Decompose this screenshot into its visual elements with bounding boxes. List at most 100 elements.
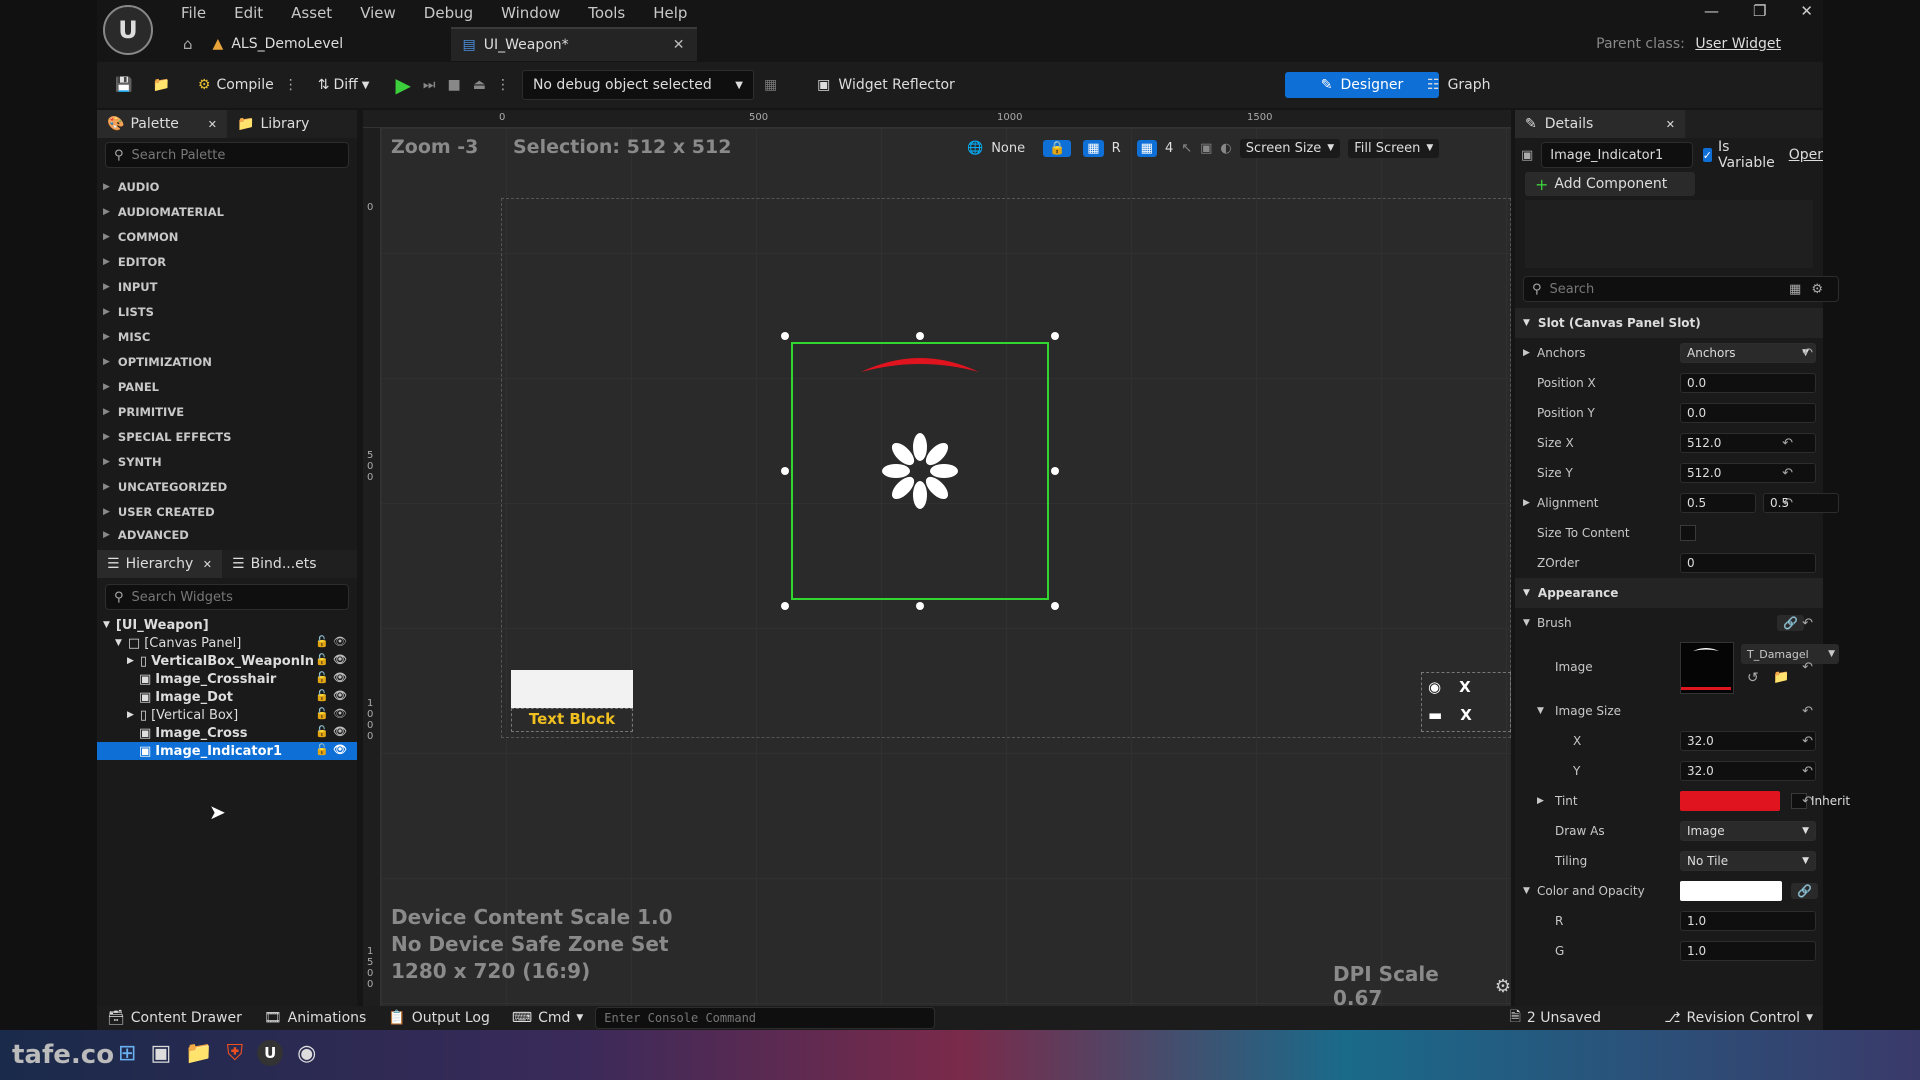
- resize-handle[interactable]: [1051, 332, 1059, 340]
- diff-button[interactable]: ⇅ Diff ▼: [308, 68, 380, 102]
- resize-handle[interactable]: [781, 602, 789, 610]
- cmd-dropdown[interactable]: ⌨ Cmd ▼: [512, 1010, 583, 1026]
- lock-visibility-icons[interactable]: 🔓👁: [315, 635, 351, 648]
- debug-object-select[interactable]: No debug object selected ▼: [521, 70, 754, 100]
- color-opacity-swatch[interactable]: [1680, 881, 1782, 901]
- reset-icon[interactable]: ↶: [1802, 734, 1813, 749]
- windows-start-icon[interactable]: ⊞: [118, 1041, 136, 1066]
- lock-visibility-icons[interactable]: 🔓👁: [315, 743, 351, 756]
- r-toggle[interactable]: R: [1112, 141, 1121, 156]
- minimize-icon[interactable]: —: [1704, 2, 1719, 20]
- tab-details[interactable]: ✎ Details ✕: [1515, 110, 1685, 138]
- browse-asset-icon[interactable]: 📁: [1773, 670, 1789, 685]
- collapse-arrow-icon[interactable]: ▼: [1537, 706, 1544, 716]
- lock-visibility-icons[interactable]: 🔓👁: [315, 689, 351, 702]
- add-component-button[interactable]: + Add Component: [1525, 172, 1695, 196]
- close-tab-icon[interactable]: ✕: [203, 558, 212, 571]
- menu-help[interactable]: Help: [653, 4, 687, 22]
- cursor-icon[interactable]: ↖: [1181, 141, 1192, 156]
- expand-arrow-icon[interactable]: ▶: [127, 656, 134, 666]
- tree-item-selected[interactable]: ▣ Image_Indicator1 🔓👁: [97, 742, 357, 760]
- tab-level[interactable]: ▲ ALS_DemoLevel: [201, 28, 451, 60]
- unreal-logo[interactable]: U: [103, 5, 153, 55]
- step-icon[interactable]: ⏭: [417, 68, 442, 102]
- image-preview-icon[interactable]: ▣: [1200, 141, 1212, 156]
- size-x-field[interactable]: 512.0: [1680, 433, 1816, 453]
- stop-icon[interactable]: ■: [441, 68, 466, 102]
- draw-as-dropdown[interactable]: Image ▼: [1680, 821, 1816, 841]
- palette-category[interactable]: ▶ OPTIMIZATION: [97, 349, 357, 374]
- close-window-icon[interactable]: ✕: [1800, 2, 1813, 20]
- palette-category[interactable]: ▶ COMMON: [97, 224, 357, 249]
- is-variable-checkbox[interactable]: ✓: [1702, 148, 1713, 162]
- expand-arrow-icon[interactable]: ▶: [1523, 348, 1530, 358]
- position-y-field[interactable]: 0.0: [1680, 403, 1816, 423]
- palette-category[interactable]: ▶ INPUT: [97, 274, 357, 299]
- palette-category[interactable]: ▶ SPECIAL EFFECTS: [97, 424, 357, 449]
- tab-widget[interactable]: ▤ UI_Weapon* ✕: [450, 27, 697, 61]
- reset-icon[interactable]: ↶: [1802, 346, 1813, 361]
- vertical-box-widget[interactable]: ◉ X ▬ X: [1421, 672, 1511, 732]
- reset-icon[interactable]: ↶: [1782, 496, 1793, 511]
- collapse-arrow-icon[interactable]: ▼: [1523, 618, 1530, 628]
- revision-control-button[interactable]: ⎇ Revision Control ▼: [1664, 1010, 1813, 1026]
- reset-icon[interactable]: ↶: [1802, 764, 1813, 779]
- tree-item[interactable]: ▣ Image_Cross 🔓👁: [97, 724, 357, 742]
- hierarchy-search-input[interactable]: ⚲ Search Widgets: [105, 584, 349, 610]
- reset-icon[interactable]: ↶: [1802, 616, 1813, 631]
- compile-options-icon[interactable]: ⋮: [284, 77, 298, 93]
- alignment-x-field[interactable]: 0.5: [1680, 493, 1756, 513]
- task-view-icon[interactable]: ▣: [150, 1041, 171, 1066]
- lock-visibility-icons[interactable]: 🔓👁: [315, 725, 351, 738]
- use-selected-icon[interactable]: ↺: [1747, 670, 1759, 686]
- tree-item-canvas[interactable]: ▼ □ [Canvas Panel] 🔓👁: [97, 634, 357, 652]
- file-explorer-icon[interactable]: 📁: [185, 1041, 212, 1066]
- close-tab-icon[interactable]: ✕: [1666, 118, 1675, 131]
- open-link[interactable]: Oper: [1789, 147, 1823, 163]
- image-thumbnail[interactable]: [1680, 642, 1734, 694]
- gear-icon[interactable]: ⚙: [1495, 976, 1511, 997]
- graph-button[interactable]: ☷ Graph: [1417, 68, 1501, 102]
- palette-category[interactable]: ▶ AUDIOMATERIAL: [97, 199, 357, 224]
- image-asset-dropdown[interactable]: T_Damagel ▼: [1741, 644, 1839, 664]
- settings-gear-icon[interactable]: ⚙: [1811, 282, 1823, 297]
- debug-filter-icon[interactable]: ▦: [754, 68, 787, 102]
- content-drawer-button[interactable]: 🗃 Content Drawer: [107, 1010, 242, 1026]
- menu-tools[interactable]: Tools: [588, 4, 625, 22]
- tree-item[interactable]: ▶ ▯ VerticalBox_WeaponIn 🔓👁: [97, 652, 357, 670]
- reset-icon[interactable]: ↶: [1802, 704, 1813, 719]
- menu-view[interactable]: View: [360, 4, 396, 22]
- link-icon[interactable]: 🔗: [1791, 883, 1818, 899]
- alignment-y-field[interactable]: 0.5: [1763, 493, 1839, 513]
- palette-category[interactable]: ▶ USER CREATED: [97, 499, 357, 524]
- grid-snap-value[interactable]: 4: [1165, 141, 1173, 156]
- appearance-section-header[interactable]: ▼ Appearance: [1515, 578, 1823, 608]
- image-size-y-field[interactable]: 32.0: [1680, 761, 1816, 781]
- text-block-background[interactable]: [511, 670, 633, 708]
- tab-hierarchy[interactable]: ☰ Hierarchy ✕: [97, 550, 222, 578]
- palette-category[interactable]: ▶ PANEL: [97, 374, 357, 399]
- close-tab-icon[interactable]: ✕: [673, 37, 685, 53]
- browse-icon[interactable]: 📁: [142, 68, 179, 102]
- animations-button[interactable]: 🎞 Animations: [264, 1010, 366, 1026]
- palette-category[interactable]: ▶ LISTS: [97, 299, 357, 324]
- screen-size-dropdown[interactable]: Screen Size ▼: [1239, 138, 1341, 158]
- lock-visibility-icons[interactable]: 🔓👁: [315, 653, 351, 666]
- widget-reflector-button[interactable]: ▣ Widget Reflector: [807, 68, 965, 102]
- palette-category[interactable]: ▶ UNCATEGORIZED: [97, 474, 357, 499]
- palette-category[interactable]: ▶ ADVANCED: [97, 524, 357, 546]
- reset-icon[interactable]: ↶: [1782, 466, 1793, 481]
- image-size-x-field[interactable]: 32.0: [1680, 731, 1816, 751]
- tiling-dropdown[interactable]: No Tile ▼: [1680, 851, 1816, 871]
- tab-library[interactable]: 📁 Library: [227, 116, 319, 132]
- anchors-dropdown[interactable]: Anchors ▼: [1680, 343, 1816, 363]
- designer-button[interactable]: ✎ Designer: [1285, 72, 1439, 98]
- eject-icon[interactable]: ⏏: [467, 68, 492, 102]
- position-x-field[interactable]: 0.0: [1680, 373, 1816, 393]
- reset-icon[interactable]: ↶: [1782, 436, 1793, 451]
- palette-search-input[interactable]: ⚲ Search Palette: [105, 142, 349, 168]
- palette-category[interactable]: ▶ AUDIO: [97, 174, 357, 199]
- resize-handle[interactable]: [1051, 602, 1059, 610]
- compile-button[interactable]: ⚙ Compile ⋮: [188, 68, 308, 102]
- expand-arrow-icon[interactable]: ▶: [1523, 498, 1530, 508]
